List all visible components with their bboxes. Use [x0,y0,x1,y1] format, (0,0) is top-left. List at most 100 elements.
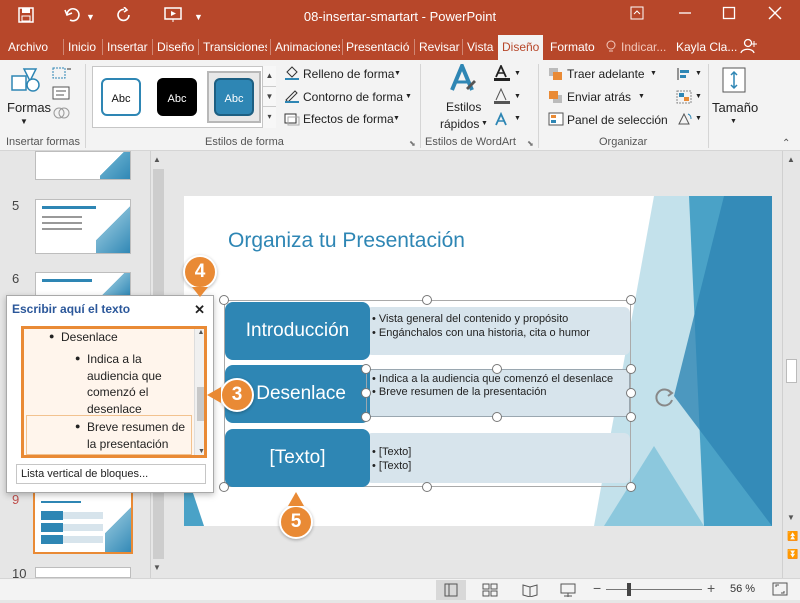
rotate-icon[interactable] [676,112,692,129]
shapes-button[interactable]: Formas [7,100,51,115]
share-icon[interactable] [740,38,758,57]
selection-pane-button[interactable]: Panel de selección [567,113,668,127]
text-box-icon[interactable] [52,86,72,103]
pen-icon[interactable] [284,89,300,106]
chevron-down-icon[interactable]: ▼ [514,70,521,77]
chevron-down-icon[interactable]: ▼ [514,93,521,100]
resize-handle[interactable] [219,482,229,492]
resize-handle[interactable] [492,412,502,422]
slide-sorter-icon[interactable] [482,583,498,600]
chevron-down-icon[interactable]: ▼ [730,118,737,125]
slide-title[interactable]: Organiza tu Presentación [228,229,465,253]
maximize-icon[interactable] [722,6,736,24]
layout-name-box[interactable]: Lista vertical de bloques... [16,464,206,484]
chevron-down-icon[interactable]: ▼ [695,70,702,77]
minimize-icon[interactable] [678,6,692,24]
resize-handle[interactable] [219,295,229,305]
smartart-list-1[interactable]: • Vista general del contenido y propósit… [366,307,630,355]
chevron-down-icon[interactable]: ▼ [20,117,28,126]
text-pane-scrollbar[interactable]: ▲ ▼ [194,329,204,455]
tab-formato[interactable]: Formato [550,40,595,54]
bring-forward-icon[interactable] [548,67,564,84]
slide-thumbnail[interactable] [35,199,131,254]
gallery-more-icon[interactable]: ▾ [263,106,276,126]
tab-insertar[interactable]: Insertar [107,40,148,54]
resize-handle[interactable] [626,364,636,374]
scroll-thumb[interactable] [786,359,797,383]
next-slide-icon[interactable]: ⏬ [787,549,798,560]
text-fill-icon[interactable] [493,63,511,84]
resize-handle[interactable] [422,482,432,492]
gallery-scrollbar[interactable]: ▲ ▼ ▾ [262,66,276,128]
quick-styles-label-2[interactable]: rápidos [440,117,479,131]
chevron-down-icon[interactable]: ▼ [481,120,488,127]
normal-view-icon[interactable] [436,580,466,600]
zoom-out-icon[interactable]: − [593,580,601,596]
group-objects-icon[interactable] [676,90,692,107]
chevron-down-icon[interactable]: ▼ [695,115,702,122]
zoom-slider-track[interactable] [606,589,702,590]
text-effects-icon[interactable] [493,111,511,131]
chevron-down-icon[interactable]: ▼ [514,115,521,122]
zoom-slider-thumb[interactable] [627,583,631,596]
resize-handle[interactable] [626,412,636,422]
dialog-launcher-icon[interactable]: ⬊ [527,139,534,148]
tab-animaciones[interactable]: Animaciones [275,40,340,54]
gallery-down-icon[interactable]: ▼ [263,86,276,106]
slide-thumbnail[interactable] [35,567,131,578]
tab-inicio[interactable]: Inicio [68,40,96,54]
chevron-down-icon[interactable]: ▼ [650,70,657,77]
smartart-block-1[interactable]: Introducción [225,302,370,360]
chevron-down-icon[interactable]: ▼ [695,93,702,100]
selection-pane-icon[interactable] [548,112,564,129]
zoom-level[interactable]: 56 % [730,583,755,595]
ribbon-display-icon[interactable] [630,6,644,24]
shape-style-1[interactable]: Abc [101,78,141,116]
wordart-icon[interactable] [449,60,477,97]
user-name[interactable]: Kayla Cla... [676,40,737,54]
fit-to-window-icon[interactable] [772,582,788,599]
scroll-down-icon[interactable]: ▼ [195,448,204,455]
tab-revisar[interactable]: Revisar [419,40,460,54]
resize-handle[interactable] [626,295,636,305]
text-pane-list[interactable]: ● Desenlace ● Indica a la audiencia que … [21,326,207,458]
resize-handle[interactable] [361,388,371,398]
scroll-up-icon[interactable]: ▲ [787,155,795,164]
gallery-up-icon[interactable]: ▲ [263,66,276,86]
previous-slide-icon[interactable]: ⏫ [787,531,798,542]
quick-styles-label[interactable]: Estilos [446,100,481,114]
scroll-down-icon[interactable]: ▼ [787,513,795,522]
text-pane-item[interactable]: Desenlace [61,329,118,346]
tell-me-search[interactable]: Indicar... [621,40,666,54]
bring-forward-button[interactable]: Traer adelante [567,67,645,81]
scroll-down-icon[interactable]: ▼ [153,563,161,572]
chevron-down-icon[interactable]: ▼ [393,115,400,122]
shape-outline-button[interactable]: Contorno de forma [303,90,403,104]
scroll-thumb[interactable] [197,387,204,421]
resize-handle[interactable] [626,482,636,492]
resize-handle[interactable] [626,388,636,398]
slide-scrollbar[interactable]: ▲ ▼ ⏫ ⏬ [782,151,800,578]
rotate-handle-icon[interactable] [653,385,677,412]
shape-style-2[interactable]: Abc [157,78,197,116]
tab-diseno-smartart[interactable]: Diseño [498,35,544,60]
shape-style-3[interactable]: Abc [214,78,254,116]
text-pane-item[interactable]: Breve resumen de la presentación [87,419,191,452]
shapes-icon[interactable] [10,66,42,97]
size-icon[interactable] [721,66,747,97]
slide-thumbnail-active[interactable] [33,491,133,554]
edit-shape-icon[interactable] [52,66,72,83]
smartart-block-3[interactable]: [Texto] [225,429,370,487]
close-icon[interactable] [768,6,782,24]
merge-shapes-icon[interactable] [52,106,72,123]
text-pane-item[interactable]: Indica a la audiencia que comenzó el des… [87,351,185,417]
chevron-down-icon[interactable]: ▼ [394,70,401,77]
layout-name-link[interactable]: Lista vertical de bloques... [21,468,148,480]
send-backward-icon[interactable] [548,90,564,107]
tab-presentacion[interactable]: Presentació [346,40,412,54]
shape-fill-button[interactable]: Relleno de forma [303,67,394,81]
align-icon[interactable] [676,67,692,84]
tab-archivo[interactable]: Archivo [8,40,48,54]
resize-handle[interactable] [361,364,371,374]
send-backward-button[interactable]: Enviar atrás [567,90,631,104]
